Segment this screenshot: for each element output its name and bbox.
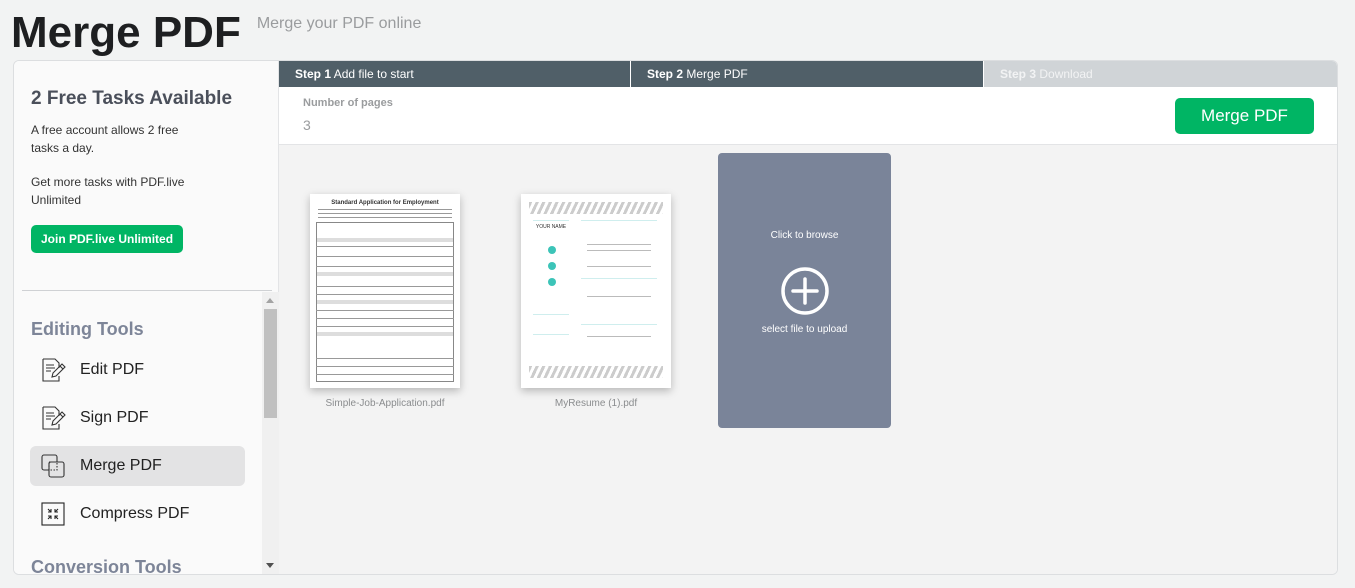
join-unlimited-button[interactable]: Join PDF.live Unlimited — [31, 225, 184, 253]
promo-title: 2 Free Tasks Available — [31, 88, 233, 109]
main-panel: Step 1 Add file to start Step 2 Merge PD… — [279, 61, 1337, 574]
step-1: Step 1 Add file to start — [279, 61, 631, 87]
step-label: Download — [1039, 67, 1093, 81]
edit-document-icon — [40, 357, 66, 383]
merge-toolbar: Number of pages 3 Merge PDF — [279, 87, 1337, 145]
step-number: Step 3 — [1000, 67, 1037, 81]
pages-count-value: 3 — [303, 117, 311, 133]
upload-browse-text: Click to browse — [770, 230, 839, 241]
conversion-tools-heading: Conversion Tools — [31, 557, 182, 574]
tools-list: Editing Tools Edit PDF Sign PDF Merge PD… — [14, 292, 262, 574]
pages-count-label: Number of pages — [303, 97, 393, 109]
sidebar-item-compress-pdf[interactable]: Compress PDF — [30, 494, 245, 534]
promo-text-unlimited: Get more tasks with PDF.live Unlimited — [31, 175, 185, 207]
thumbnail-title: Standard Application for Employment — [331, 200, 439, 206]
sidebar: 2 Free Tasks Available A free account al… — [14, 61, 279, 574]
thumbnail-title: YOUR NAME — [535, 224, 567, 230]
step-progress: Step 1 Add file to start Step 2 Merge PD… — [279, 61, 1337, 87]
page-header: Merge PDF Merge your PDF online — [11, 2, 421, 58]
file-name: Simple-Job-Application.pdf — [325, 398, 445, 409]
merge-icon — [40, 453, 66, 479]
add-file-plus-icon — [781, 267, 829, 315]
editing-tools-heading: Editing Tools — [31, 319, 144, 339]
promo-text-free: A free account allows 2 free tasks a day… — [31, 123, 179, 155]
file-thumbnail: YOUR NAME — [521, 194, 671, 388]
step-number: Step 1 — [295, 67, 332, 81]
file-name: MyResume (1).pdf — [554, 398, 638, 409]
step-label: Add file to start — [333, 67, 414, 81]
merge-pdf-button[interactable]: Merge PDF — [1175, 98, 1314, 134]
step-label: Merge PDF — [686, 67, 748, 81]
sidebar-scrollbar[interactable] — [262, 292, 279, 574]
scrollbar-thumb[interactable] — [264, 309, 277, 418]
app-frame: 2 Free Tasks Available A free account al… — [13, 60, 1338, 575]
file-thumbnail: Standard Application for Employment — [310, 194, 460, 388]
tool-label: Compress PDF — [80, 505, 190, 522]
sign-document-icon — [40, 405, 66, 431]
tool-label: Merge PDF — [80, 457, 162, 474]
page-subtitle: Merge your PDF online — [256, 15, 422, 32]
step-2: Step 2 Merge PDF — [631, 61, 984, 87]
tool-label: Edit PDF — [80, 361, 145, 378]
sidebar-item-edit-pdf[interactable]: Edit PDF — [30, 350, 245, 390]
upload-select-text: select file to upload — [761, 324, 848, 335]
compress-icon — [40, 501, 66, 527]
scroll-up-arrow-icon[interactable] — [266, 298, 274, 303]
scroll-down-arrow-icon[interactable] — [266, 563, 274, 568]
upload-dropzone[interactable]: Click to browse select file to upload — [718, 153, 891, 428]
step-3: Step 3 Download — [984, 61, 1337, 87]
divider — [22, 290, 272, 291]
file-card[interactable]: Standard Application for Employment Simp… — [310, 194, 460, 409]
page-title: Merge PDF — [11, 8, 241, 57]
sidebar-item-merge-pdf[interactable]: Merge PDF — [30, 446, 245, 486]
tool-label: Sign PDF — [80, 409, 149, 426]
sidebar-item-sign-pdf[interactable]: Sign PDF — [30, 398, 245, 438]
free-tasks-promo: 2 Free Tasks Available A free account al… — [14, 61, 279, 291]
step-number: Step 2 — [647, 67, 684, 81]
file-card[interactable]: YOUR NAME MyResume (1).pdf — [521, 194, 671, 409]
